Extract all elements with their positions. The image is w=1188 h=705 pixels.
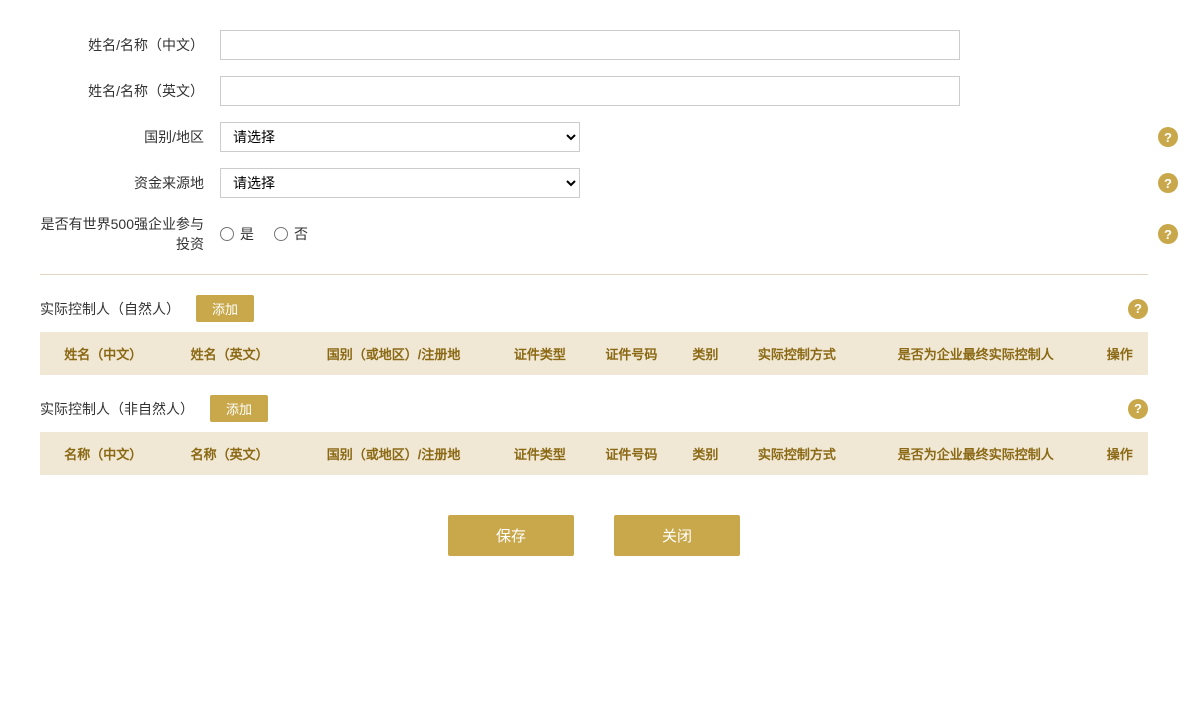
save-button[interactable]: 保存 [448,515,574,556]
np-col-cert-type: 证件类型 [494,332,585,375]
np-col-name-en: 姓名（英文） [166,332,292,375]
name-cn-label: 姓名/名称（中文） [40,35,220,55]
nnp-col-cert-type: 证件类型 [494,432,585,475]
natural-person-header-row: 姓名（中文） 姓名（英文） 国别（或地区）/注册地 证件类型 证件号码 类别 实… [40,332,1148,375]
non-natural-person-table: 名称（中文） 名称（英文） 国别（或地区）/注册地 证件类型 证件号码 类别 实… [40,432,1148,475]
non-natural-person-add-btn[interactable]: 添加 [210,395,268,422]
nnp-col-action: 操作 [1091,432,1148,475]
non-natural-person-title: 实际控制人（非自然人） [40,399,194,419]
np-col-is-ultimate: 是否为企业最终实际控制人 [860,332,1091,375]
nnp-col-name-en: 名称（英文） [166,432,292,475]
non-natural-person-header-row: 名称（中文） 名称（英文） 国别（或地区）/注册地 证件类型 证件号码 类别 实… [40,432,1148,475]
non-natural-person-section: 实际控制人（非自然人） 添加 ? 名称（中文） 名称（英文） 国别（或地区）/注… [40,395,1148,475]
np-col-country: 国别（或地区）/注册地 [293,332,494,375]
fortune500-no-label: 否 [294,224,308,244]
fortune500-help-icon[interactable]: ? [1158,224,1178,244]
np-col-action: 操作 [1091,332,1148,375]
fortune500-yes-option[interactable]: 是 [220,224,254,244]
natural-person-section: 实际控制人（自然人） 添加 ? 姓名（中文） 姓名（英文） 国别（或地区）/注册… [40,295,1148,375]
divider-1 [40,274,1148,275]
nnp-col-category: 类别 [677,432,734,475]
country-help-icon[interactable]: ? [1158,127,1178,147]
non-natural-person-table-head: 名称（中文） 名称（英文） 国别（或地区）/注册地 证件类型 证件号码 类别 实… [40,432,1148,475]
natural-person-help-icon[interactable]: ? [1128,299,1148,319]
natural-person-table-head: 姓名（中文） 姓名（英文） 国别（或地区）/注册地 证件类型 证件号码 类别 实… [40,332,1148,375]
natural-person-add-btn[interactable]: 添加 [196,295,254,322]
name-en-label: 姓名/名称（英文） [40,81,220,101]
name-en-row: 姓名/名称（英文） [40,76,1148,106]
fund-source-row: 资金来源地 请选择 ? [40,168,1148,198]
fortune500-yes-label: 是 [240,224,254,244]
bottom-actions: 保存 关闭 [40,515,1148,556]
fortune500-no-option[interactable]: 否 [274,224,308,244]
fund-source-help-icon[interactable]: ? [1158,173,1178,193]
country-label: 国别/地区 [40,127,220,147]
nnp-col-name-cn: 名称（中文） [40,432,166,475]
close-button[interactable]: 关闭 [614,515,740,556]
natural-person-title: 实际控制人（自然人） [40,299,180,319]
name-en-input[interactable] [220,76,960,106]
nnp-col-country: 国别（或地区）/注册地 [293,432,494,475]
fund-source-select[interactable]: 请选择 [220,168,580,198]
basic-info-section: 姓名/名称（中文） 姓名/名称（英文） 国别/地区 请选择 ? 资金来源地 请选… [40,30,1148,254]
np-col-control-method: 实际控制方式 [734,332,860,375]
name-cn-input[interactable] [220,30,960,60]
fund-source-label: 资金来源地 [40,173,220,193]
fortune500-yes-radio[interactable] [220,227,234,241]
nnp-col-is-ultimate: 是否为企业最终实际控制人 [860,432,1091,475]
natural-person-table: 姓名（中文） 姓名（英文） 国别（或地区）/注册地 证件类型 证件号码 类别 实… [40,332,1148,375]
name-cn-row: 姓名/名称（中文） [40,30,1148,60]
country-row: 国别/地区 请选择 ? [40,122,1148,152]
non-natural-person-header: 实际控制人（非自然人） 添加 ? [40,395,1148,422]
nnp-col-cert-no: 证件号码 [586,432,677,475]
nnp-col-control-method: 实际控制方式 [734,432,860,475]
fortune500-row: 是否有世界500强企业参与投资 是 否 ? [40,214,1148,254]
non-natural-person-help-icon[interactable]: ? [1128,399,1148,419]
fortune500-radio-group: 是 否 [220,224,308,244]
np-col-name-cn: 姓名（中文） [40,332,166,375]
fortune500-no-radio[interactable] [274,227,288,241]
fortune500-label: 是否有世界500强企业参与投资 [40,214,220,254]
np-col-cert-no: 证件号码 [586,332,677,375]
natural-person-header: 实际控制人（自然人） 添加 ? [40,295,1148,322]
country-select[interactable]: 请选择 [220,122,580,152]
np-col-category: 类别 [677,332,734,375]
